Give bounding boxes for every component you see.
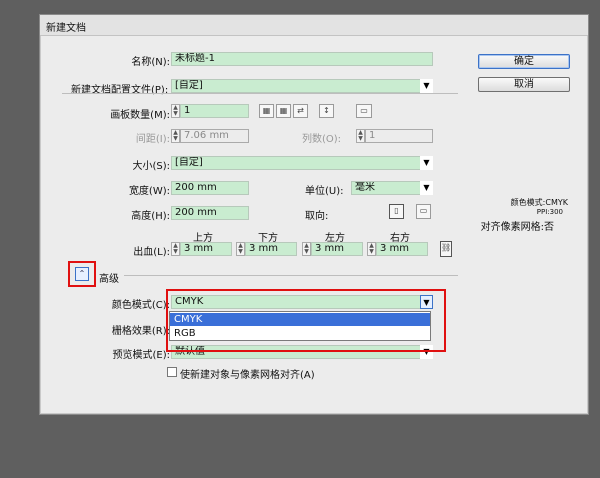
arrange-by-row-icon[interactable]: ⇄ bbox=[293, 104, 308, 118]
size-label: 大小(S): bbox=[132, 161, 170, 172]
align-pixel-label: 使新建对象与像素网格对齐(A) bbox=[180, 370, 315, 381]
raster-label: 栅格效果(R): bbox=[111, 326, 170, 337]
width-label: 宽度(W): bbox=[128, 186, 170, 197]
cancel-button[interactable]: 取消 bbox=[478, 77, 570, 92]
height-label: 高度(H): bbox=[131, 211, 170, 222]
advanced-divider bbox=[124, 275, 458, 276]
grid-by-column-icon[interactable]: ▦ bbox=[276, 104, 291, 118]
units-value: 毫米 bbox=[355, 182, 375, 193]
bleed-bottom-input[interactable]: 3 mm bbox=[245, 242, 297, 256]
bleed-left-stepper-icon[interactable]: ▲ ▼ bbox=[302, 242, 311, 256]
columns-label: 列数(O): bbox=[302, 134, 342, 145]
dialog-title: 新建文档 bbox=[46, 23, 86, 34]
name-field[interactable]: 未标题-1 bbox=[171, 52, 433, 66]
portrait-icon[interactable]: ▯ bbox=[389, 204, 404, 219]
grid-by-row-icon[interactable]: ▦ bbox=[259, 104, 274, 118]
profile-value: [自定] bbox=[175, 80, 203, 91]
align-pixel-checkbox[interactable] bbox=[167, 367, 177, 377]
advanced-label: 高级 bbox=[99, 274, 119, 285]
columns-input[interactable]: 1 bbox=[365, 129, 433, 143]
size-select[interactable]: [自定] bbox=[171, 156, 433, 170]
advanced-toggle-icon[interactable]: ⌃ bbox=[75, 267, 89, 281]
dialog-titlebar: 新建文档 bbox=[40, 15, 588, 36]
summary-align: 对齐像素网格:否 bbox=[480, 222, 554, 233]
arrange-by-column-icon[interactable]: ↕ bbox=[319, 104, 334, 118]
summary-ppi: PPI:300 bbox=[536, 208, 563, 216]
spacing-stepper-icon[interactable]: ▲ ▼ bbox=[171, 129, 180, 143]
right-to-left-icon[interactable]: ▭ bbox=[356, 104, 372, 118]
spacing-label: 间距(I): bbox=[135, 134, 170, 145]
bleed-right-input[interactable]: 3 mm bbox=[376, 242, 428, 256]
units-dropdown-icon[interactable]: ▼ bbox=[420, 181, 433, 195]
spacing-input[interactable]: 7.06 mm bbox=[180, 129, 249, 143]
landscape-icon[interactable]: ▭ bbox=[416, 204, 431, 219]
units-label: 单位(U): bbox=[305, 186, 344, 197]
size-dropdown-icon[interactable]: ▼ bbox=[420, 156, 433, 170]
profile-dropdown-icon[interactable]: ▼ bbox=[420, 79, 433, 93]
artboards-input[interactable]: 1 bbox=[180, 104, 249, 118]
color-mode-callout bbox=[166, 289, 446, 352]
bleed-bottom-stepper-icon[interactable]: ▲ ▼ bbox=[236, 242, 245, 256]
link-bleed-icon[interactable]: ⛓ bbox=[440, 241, 452, 257]
orientation-label: 取向: bbox=[305, 211, 329, 222]
summary-color-mode: 颜色模式:CMYK bbox=[510, 198, 568, 207]
height-input[interactable]: 200 mm bbox=[171, 206, 249, 220]
bleed-right-stepper-icon[interactable]: ▲ ▼ bbox=[367, 242, 376, 256]
ok-button[interactable]: 确定 bbox=[478, 54, 570, 69]
new-document-dialog: 新建文档 确定 取消 名称(N): 未标题-1 新建文档配置文件(P): [自定… bbox=[39, 14, 589, 415]
size-value: [自定] bbox=[175, 157, 203, 168]
name-label: 名称(N): bbox=[131, 57, 170, 68]
width-input[interactable]: 200 mm bbox=[171, 181, 249, 195]
bleed-top-stepper-icon[interactable]: ▲ ▼ bbox=[171, 242, 180, 256]
columns-stepper-icon[interactable]: ▲ ▼ bbox=[356, 129, 365, 143]
artboards-stepper-icon[interactable]: ▲ ▼ bbox=[171, 104, 180, 118]
color-mode-label: 颜色模式(C): bbox=[111, 300, 170, 311]
bleed-label: 出血(L): bbox=[133, 247, 170, 258]
bleed-top-input[interactable]: 3 mm bbox=[180, 242, 232, 256]
profile-group-border bbox=[62, 93, 458, 94]
artboards-label: 画板数量(M): bbox=[110, 110, 170, 121]
preview-label: 预览模式(E): bbox=[112, 350, 171, 361]
profile-select[interactable]: [自定] bbox=[171, 79, 433, 93]
bleed-left-input[interactable]: 3 mm bbox=[311, 242, 363, 256]
